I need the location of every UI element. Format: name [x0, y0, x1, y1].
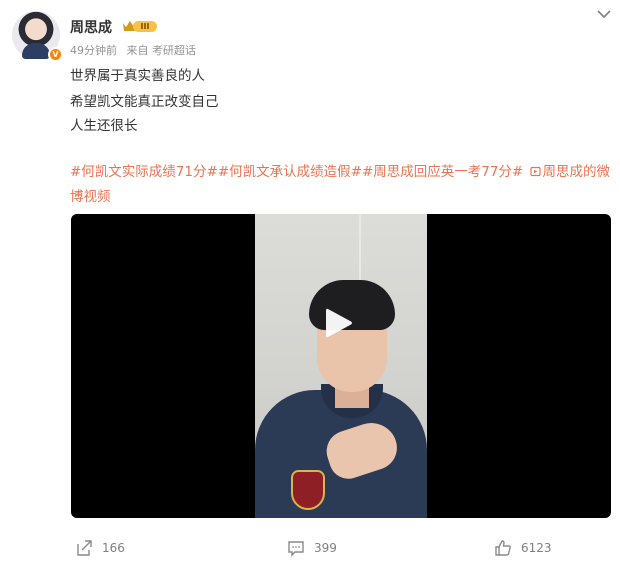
comment-icon: [288, 541, 304, 557]
like-count: 6123: [521, 541, 552, 555]
verified-badge: V: [48, 47, 63, 62]
post-text-line: 希望凯文能真正改变自己: [70, 94, 219, 110]
repost-count: 166: [102, 541, 125, 555]
vip-badge[interactable]: III: [122, 18, 158, 34]
post-hashtags: #何凯文实际成绩71分##何凯文承认成绩造假##周思成回应英一考77分# 周思成…: [70, 160, 612, 210]
shirt-crest: [291, 470, 325, 510]
author-name[interactable]: 周思成: [70, 17, 112, 37]
play-icon[interactable]: [324, 306, 354, 340]
hashtag-link[interactable]: #何凯文实际成绩71分#: [70, 164, 218, 180]
thumbs-up-icon: [495, 540, 511, 556]
vip-level: III: [133, 21, 157, 32]
hashtag-link[interactable]: #周思成回应英一考77分#: [362, 164, 523, 180]
video-icon: [529, 166, 541, 177]
video-frame: [255, 214, 427, 518]
chevron-down-icon[interactable]: [596, 8, 612, 20]
post-text-line: 人生还很长: [70, 118, 138, 134]
post-time[interactable]: 49分钟前: [70, 44, 117, 57]
avatar[interactable]: V: [12, 11, 63, 62]
post-source[interactable]: 来自 考研超话: [127, 44, 197, 57]
hashtag-link[interactable]: #何凯文承认成绩造假#: [218, 164, 362, 180]
post-meta: 49分钟前 来自 考研超话: [70, 42, 202, 58]
video-player[interactable]: [71, 214, 611, 518]
action-bar: 166 399 6123: [0, 530, 620, 566]
share-icon: [77, 540, 92, 556]
post-text-line: 世界属于真实善良的人: [70, 68, 205, 84]
comment-count: 399: [314, 541, 337, 555]
avatar-shirt: [22, 43, 50, 59]
